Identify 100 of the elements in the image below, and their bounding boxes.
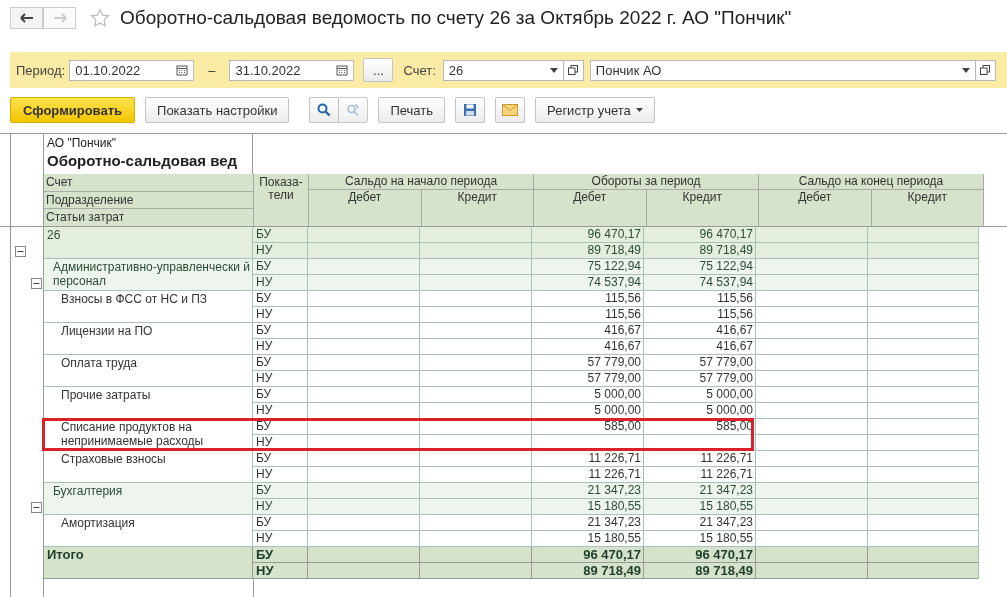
collapse-icon[interactable] [31,278,42,289]
column-header: Дебет [309,190,421,226]
column-header: Кредит [420,190,533,226]
table-cell: 96 470,17 [643,227,755,243]
indicator-cell: НУ [252,435,307,451]
table-cell: 89 718,49 [531,563,643,579]
indicator-cell: БУ [252,547,307,563]
indicator-cell: БУ [252,227,307,243]
table-cell: 115,56 [531,291,643,307]
table-cell: 89 718,49 [531,243,643,259]
window-title: Оборотно-сальдовая ведомость по счету 26 за Октябрь 2022 г. АО "Пончик" [120,7,792,29]
open-button[interactable] [975,59,996,81]
show-settings-button[interactable]: Показать настройки [145,97,290,123]
table-cell: 96 470,17 [531,227,643,243]
collapse-icon[interactable] [31,502,42,513]
calendar-icon[interactable] [176,64,189,76]
search-button[interactable] [309,97,340,123]
table-cell: 416,67 [643,339,755,355]
column-header: Дебет [759,190,871,226]
table-cell: 57 779,00 [643,371,755,387]
save-button[interactable] [455,97,486,123]
period-label: Период: [16,62,66,78]
account-field[interactable]: 26 [442,59,564,81]
table-cell: 75 122,94 [643,259,755,275]
period-select-button[interactable]: ... [363,58,394,82]
company-name: АО "Пончик" [46,135,118,150]
open-window-icon [980,65,991,75]
table-cell: 75 122,94 [531,259,643,275]
indicator-cell: БУ [252,419,307,435]
table-cell: 89 718,49 [643,563,755,579]
open-window-icon [568,65,579,75]
date-range-dash: – [208,62,216,78]
right-arrow-icon [52,13,67,23]
table-cell: 5 000,00 [531,387,643,403]
magnifier-refresh-icon [346,103,361,117]
account-label: Счет: [403,62,436,78]
grouping-header: Статьи затрат [44,209,253,226]
table-cell: 11 226,71 [643,451,755,467]
open-button[interactable] [563,59,584,81]
calendar-icon[interactable] [336,64,349,76]
row-label: Оплата труда [43,355,252,387]
print-button[interactable]: Печать [378,97,446,123]
table-cell: 21 347,23 [643,483,755,499]
grouping-header: Счет [44,174,253,192]
column-header: Кредит [645,190,758,226]
indicator-cell: БУ [252,483,307,499]
dropdown-caret-icon[interactable] [549,67,558,73]
left-arrow-icon [19,13,34,23]
column-header: Кредит [870,190,983,226]
indicator-cell: НУ [252,403,307,419]
indicator-cell: НУ [252,275,307,291]
row-label: Прочие затраты [43,387,252,419]
table-cell: 96 470,17 [643,547,755,563]
table-cell: 21 347,23 [643,515,755,531]
row-label: 26 [43,227,252,259]
table-cell: 74 537,94 [643,275,755,291]
indicator-cell: БУ [252,387,307,403]
table-cell: 115,56 [643,307,755,323]
email-button[interactable] [495,97,526,123]
table-cell: 96 470,17 [531,547,643,563]
star-icon[interactable] [90,8,110,28]
indicator-cell: БУ [252,515,307,531]
row-label: Административно-управленчески й персонал [43,259,252,291]
indicator-cell: БУ [252,259,307,275]
register-dropdown-button[interactable]: Регистр учета [535,97,655,123]
table-cell: 15 180,55 [531,499,643,515]
row-label: Взносы в ФСС от НС и ПЗ [43,291,252,323]
collapse-icon[interactable] [15,246,26,257]
table-cell: 416,67 [531,339,643,355]
organization-field[interactable]: Пончик АО [589,59,976,81]
indicator-cell: БУ [252,451,307,467]
table-cell: 89 718,49 [643,243,755,259]
dropdown-caret-icon[interactable] [961,67,970,73]
table-cell: 74 537,94 [531,275,643,291]
table-cell: 11 226,71 [531,451,643,467]
envelope-icon [502,104,519,116]
table-cell: 416,67 [531,323,643,339]
table-cell: 57 779,00 [531,371,643,387]
date-from-field[interactable]: 01.10.2022 [69,59,195,81]
back-button[interactable] [10,7,43,29]
table-cell: 21 347,23 [531,483,643,499]
date-to-field[interactable]: 31.10.2022 [229,59,355,81]
column-group-header: Сальдо на конец периода [759,174,983,190]
table-cell: 115,56 [643,291,755,307]
table-cell: 5 000,00 [643,403,755,419]
table-cell: 585,00 [531,419,643,435]
indicator-cell: НУ [252,339,307,355]
indicator-cell: НУ [252,307,307,323]
indicator-cell: БУ [252,355,307,371]
table-cell: 115,56 [531,307,643,323]
indicator-cell: БУ [252,291,307,307]
search-icon [317,103,332,117]
generate-button[interactable]: Сформировать [10,97,136,123]
column-header: Дебет [534,190,646,226]
indicator-cell: НУ [252,499,307,515]
indicator-cell: НУ [252,371,307,387]
indicators-header: Показа- тели [253,174,308,226]
row-label: Списание продуктов на непринимаемые расходы [43,419,252,451]
row-label: Итого [43,547,252,579]
column-group-header: Обороты за период [534,174,758,190]
